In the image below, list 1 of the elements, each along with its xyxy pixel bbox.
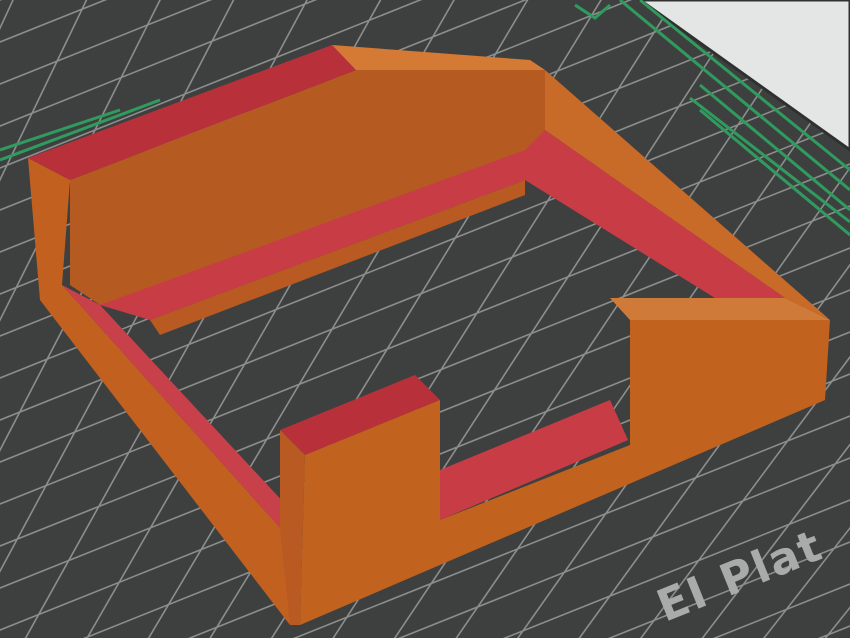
bed-label: EI Plat xyxy=(650,520,830,632)
